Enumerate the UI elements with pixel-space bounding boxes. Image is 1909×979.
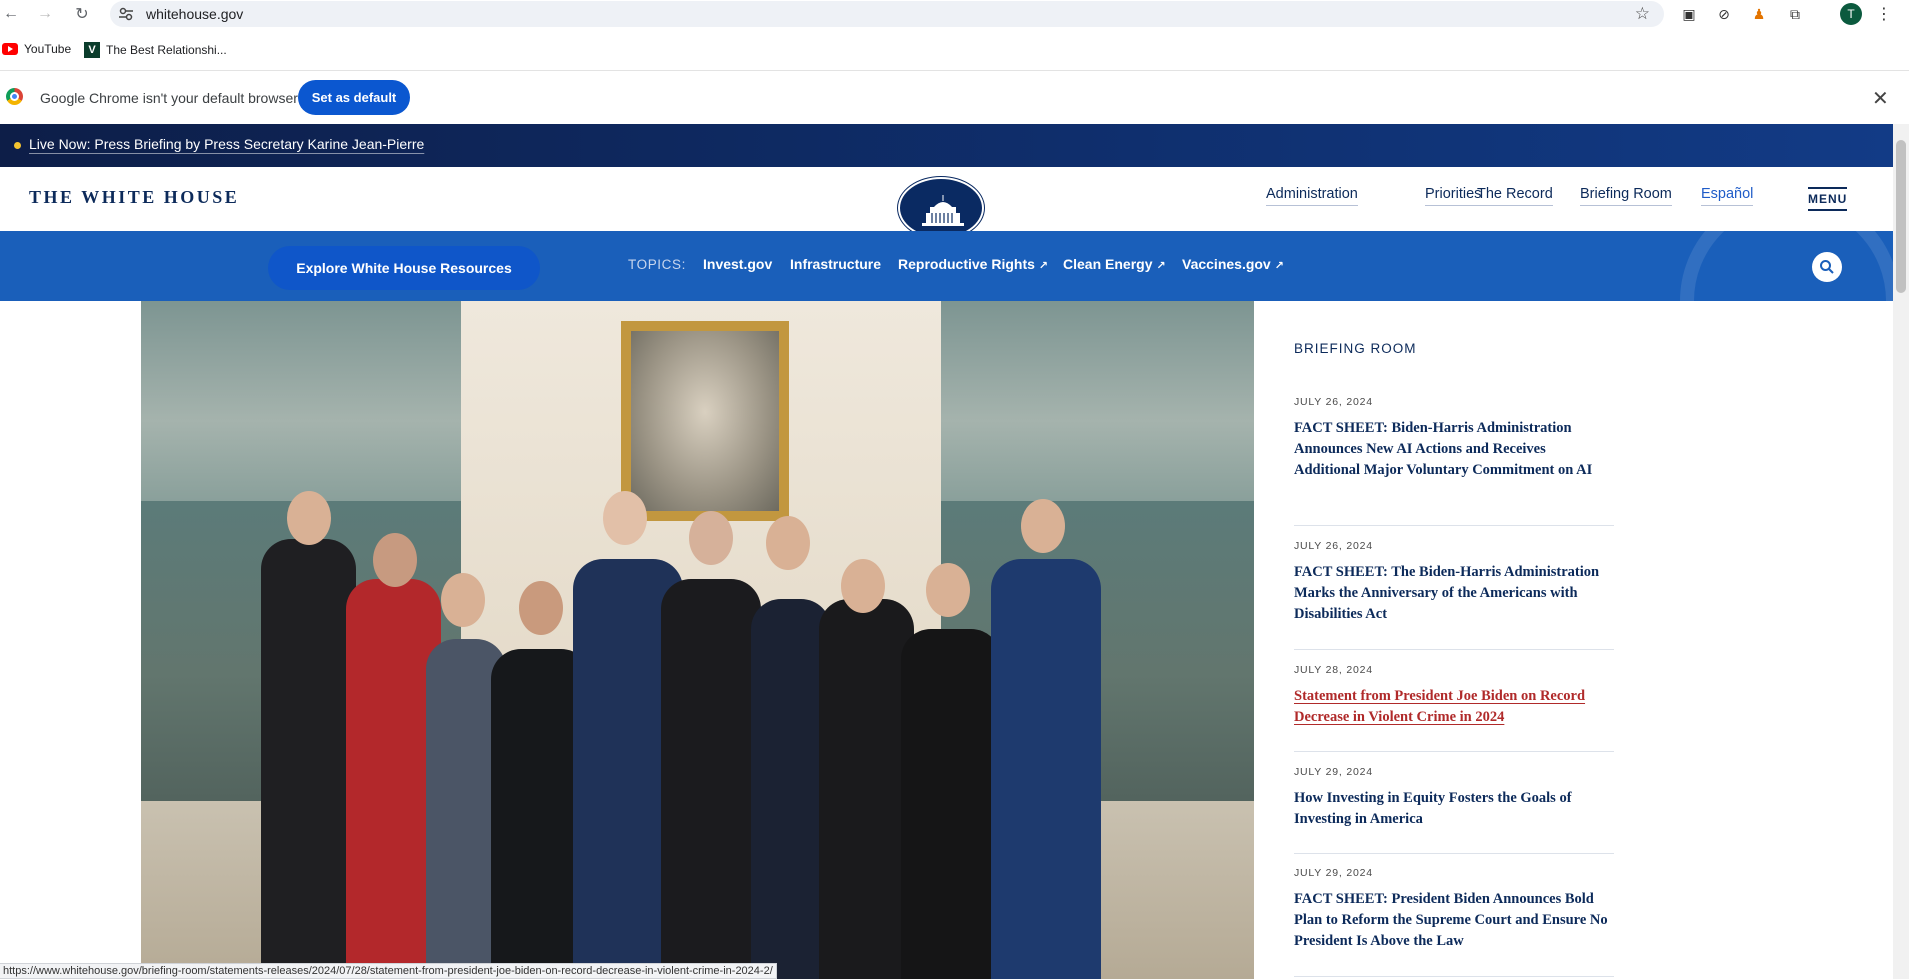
live-banner: Live Now: Press Briefing by Press Secret… (0, 124, 1893, 167)
bookmarks-bar: YouTube V The Best Relationshi... (0, 38, 1909, 62)
briefing-room-title[interactable]: BRIEFING ROOM (1294, 341, 1417, 356)
list-item[interactable]: JULY 29, 2024 FACT SHEET: President Bide… (1294, 867, 1614, 977)
topic-vaccines-gov[interactable]: Vaccines.gov ↗ (1182, 256, 1284, 272)
page-scrollbar[interactable] (1893, 124, 1909, 979)
item-date: JULY 29, 2024 (1294, 867, 1373, 879)
item-date: JULY 28, 2024 (1294, 664, 1373, 676)
list-item[interactable]: JULY 28, 2024 Statement from President J… (1294, 664, 1614, 752)
close-icon[interactable]: ✕ (1872, 86, 1889, 111)
screenshot-extension-icon[interactable]: ▣ (1678, 3, 1700, 25)
topic-label: Invest.gov (703, 256, 773, 272)
address-bar[interactable]: whitehouse.gov ☆ (110, 1, 1664, 27)
bookmark-best-relationship[interactable]: V The Best Relationshi... (84, 42, 227, 58)
item-headline[interactable]: Statement from President Joe Biden on Re… (1294, 686, 1614, 728)
site-title[interactable]: THE WHITE HOUSE (29, 187, 239, 208)
external-link-icon: ↗ (1274, 260, 1284, 272)
item-headline[interactable]: FACT SHEET: The Biden-Harris Administrat… (1294, 562, 1614, 625)
bookmark-label: The Best Relationshi... (106, 43, 227, 57)
web-page: Live Now: Press Briefing by Press Secret… (0, 124, 1893, 979)
live-banner-link[interactable]: Live Now: Press Briefing by Press Secret… (29, 136, 424, 152)
bookmark-label: YouTube (24, 42, 72, 56)
profile-avatar[interactable]: T (1840, 3, 1862, 25)
item-date: JULY 29, 2024 (1294, 766, 1373, 778)
presidential-seal-watermark-icon (1680, 231, 1893, 301)
default-browser-infobar: Google Chrome isn't your default browser… (0, 70, 1909, 124)
topic-label: Clean Energy (1063, 256, 1153, 272)
nav-the-record[interactable]: The Record (1477, 186, 1553, 206)
item-headline[interactable]: FACT SHEET: President Biden Announces Bo… (1294, 889, 1614, 952)
external-link-icon: ↗ (1156, 260, 1166, 272)
infobar-message: Google Chrome isn't your default browser (40, 90, 298, 106)
nav-espanol[interactable]: Español (1701, 186, 1754, 206)
topic-label: Infrastructure (790, 256, 882, 272)
bookmark-star-icon[interactable]: ☆ (1635, 4, 1650, 24)
site-favicon-icon: V (84, 42, 100, 58)
explore-resources-button[interactable]: Explore White House Resources (268, 246, 540, 290)
white-house-seal-icon[interactable] (898, 177, 984, 239)
nav-briefing-room[interactable]: Briefing Room (1580, 186, 1672, 206)
forward-icon[interactable]: → (34, 3, 56, 25)
youtube-icon (2, 43, 18, 55)
item-date: JULY 26, 2024 (1294, 396, 1373, 408)
set-as-default-button[interactable]: Set as default (298, 80, 410, 115)
site-header: THE WHITE HOUSE Administration Prioritie… (0, 167, 1893, 239)
bookmark-youtube[interactable]: YouTube (2, 42, 71, 56)
reload-icon[interactable]: ↻ (71, 3, 93, 25)
url-text[interactable]: whitehouse.gov (146, 6, 243, 22)
topic-reproductive-rights[interactable]: Reproductive Rights ↗ (898, 256, 1048, 272)
item-date: JULY 26, 2024 (1294, 540, 1373, 552)
item-headline[interactable]: How Investing in Equity Fosters the Goal… (1294, 788, 1614, 830)
list-item[interactable]: JULY 26, 2024 FACT SHEET: The Biden-Harr… (1294, 540, 1614, 650)
menu-button[interactable]: MENU (1808, 187, 1848, 211)
chess-extension-icon[interactable]: ♟ (1748, 3, 1770, 25)
topic-infrastructure[interactable]: Infrastructure (790, 256, 881, 272)
chrome-logo-icon (6, 88, 23, 105)
extensions-puzzle-icon[interactable]: ⧉ (1784, 3, 1806, 25)
search-icon[interactable] (1812, 252, 1842, 282)
live-dot-icon (14, 142, 21, 149)
topics-bar: Explore White House Resources TOPICS: In… (0, 231, 1893, 301)
status-bar-url: https://www.whitehouse.gov/briefing-room… (0, 963, 777, 979)
browser-toolbar: ← → ↻ whitehouse.gov ☆ ▣ ⊘ ♟ ⧉ T ⋮ (0, 0, 1909, 27)
site-settings-icon[interactable] (118, 6, 134, 22)
check-extension-icon[interactable]: ⊘ (1713, 3, 1735, 25)
group-of-people (261, 471, 1141, 979)
topic-invest-gov[interactable]: Invest.gov (703, 256, 772, 272)
item-headline[interactable]: FACT SHEET: Biden-Harris Administration … (1294, 418, 1614, 481)
scrollbar-thumb[interactable] (1896, 140, 1906, 293)
topic-clean-energy[interactable]: Clean Energy ↗ (1063, 256, 1166, 272)
list-item[interactable]: JULY 29, 2024 How Investing in Equity Fo… (1294, 766, 1614, 854)
hero-photo[interactable] (141, 301, 1254, 979)
nav-priorities[interactable]: Priorities (1425, 186, 1482, 206)
nav-administration[interactable]: Administration (1266, 186, 1358, 206)
topic-label: Vaccines.gov (1182, 256, 1271, 272)
briefing-room-sidebar: BRIEFING ROOM JULY 26, 2024 FACT SHEET: … (1254, 301, 1893, 979)
back-icon[interactable]: ← (0, 3, 22, 25)
chrome-menu-icon[interactable]: ⋮ (1873, 3, 1895, 25)
list-item[interactable]: JULY 26, 2024 FACT SHEET: Biden-Harris A… (1294, 396, 1614, 526)
external-link-icon: ↗ (1038, 260, 1049, 272)
topics-label: TOPICS: (628, 257, 686, 272)
topic-label: Reproductive Rights (898, 256, 1035, 272)
